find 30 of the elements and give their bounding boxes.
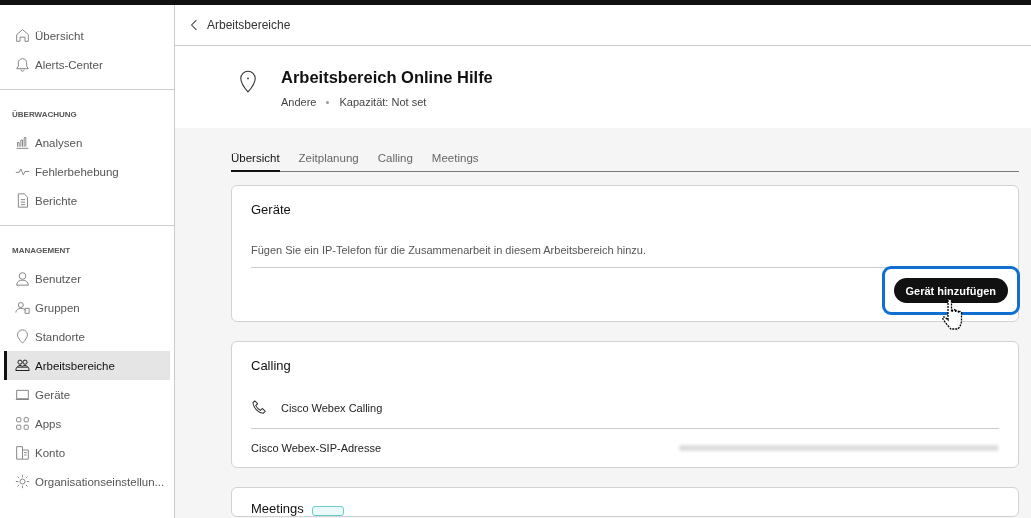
sidebar-item[interactable]: Benutzer: [4, 264, 170, 293]
sidebar-item[interactable]: Gruppen: [4, 293, 170, 322]
card-title: Meetings: [251, 500, 304, 516]
sidebar-item[interactable]: Geräte: [4, 380, 170, 409]
sidebar-item[interactable]: Konto: [4, 438, 170, 467]
card-description: Fügen Sie ein IP-Telefon für die Zusammenarbeit in diesem Arbeitsbereich hinzu.: [251, 243, 647, 258]
sidebar-item[interactable]: Organisationseinstellun...: [4, 467, 170, 496]
sip-address-label: Cisco Webex-SIP-Adresse: [251, 442, 381, 454]
workspace-title: Arbeitsbereich Online Hilfe: [281, 68, 493, 87]
add-device-button[interactable]: Gerät hinzufügen: [893, 278, 1008, 303]
section-heading: MANAGEMENT: [11, 245, 72, 257]
tab[interactable]: Übersicht: [231, 152, 280, 172]
sidebar-item[interactable]: Standorte: [4, 322, 170, 351]
tab[interactable]: Zeitplanung: [298, 152, 359, 171]
tab[interactable]: Calling: [377, 152, 413, 171]
sidebar-item[interactable]: Arbeitsbereiche: [4, 351, 170, 380]
back-link[interactable]: Arbeitsbereiche: [190, 18, 291, 32]
sidebar-item[interactable]: Fehlerbehebung: [4, 157, 170, 186]
workspace-capacity: Kapazität: Not set: [339, 96, 427, 108]
sidebar-item[interactable]: Alerts-Center: [4, 50, 170, 79]
calling-service: Cisco Webex Calling: [281, 401, 383, 414]
sidebar-item[interactable]: Apps: [4, 409, 170, 438]
card-title: Geräte: [251, 201, 292, 217]
sidebar-item[interactable]: Berichte: [4, 186, 170, 215]
workspace-type: Andere: [281, 96, 317, 108]
tab[interactable]: Meetings: [431, 152, 479, 171]
sidebar-item[interactable]: Übersicht: [4, 21, 170, 50]
sidebar-item[interactable]: Analysen: [4, 128, 170, 157]
section-heading: ÜBERWACHUNG: [11, 109, 78, 121]
card-title: Calling: [251, 357, 292, 373]
